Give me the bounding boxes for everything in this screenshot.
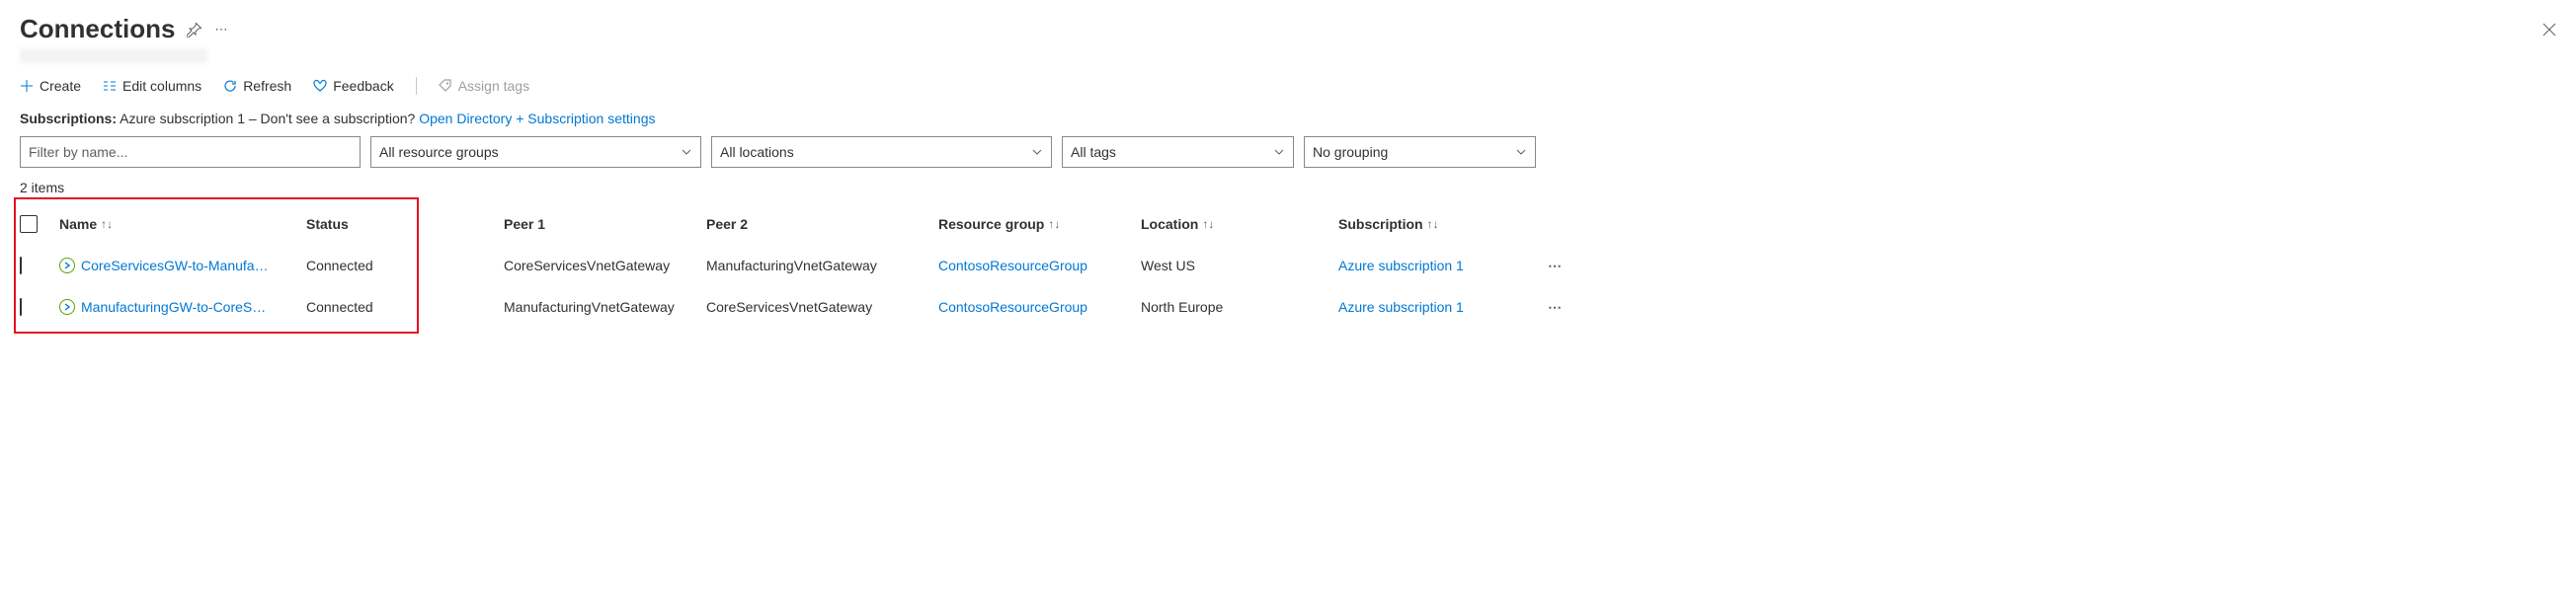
connection-icon [59, 299, 75, 315]
assign-tags-label: Assign tags [458, 78, 529, 94]
chevron-down-icon [1031, 146, 1043, 158]
col-name[interactable]: Name ↑↓ [59, 216, 306, 232]
refresh-button[interactable]: Refresh [223, 78, 291, 94]
edit-columns-label: Edit columns [122, 78, 201, 94]
status-cell: Connected [306, 299, 504, 315]
create-button[interactable]: Create [20, 78, 81, 94]
tag-icon [439, 79, 452, 93]
connection-icon [59, 258, 75, 273]
filter-row: All resource groups All locations All ta… [20, 136, 2556, 168]
status-cell: Connected [306, 258, 504, 273]
row-checkbox[interactable] [20, 298, 22, 316]
assign-tags-button: Assign tags [439, 78, 529, 94]
feedback-label: Feedback [333, 78, 393, 94]
pin-icon[interactable] [187, 22, 202, 38]
col-status[interactable]: Status [306, 216, 504, 232]
tags-value: All tags [1071, 144, 1116, 160]
col-peer1[interactable]: Peer 1 [504, 216, 706, 232]
refresh-icon [223, 79, 237, 93]
refresh-label: Refresh [243, 78, 291, 94]
peer2-cell: ManufacturingVnetGateway [706, 258, 938, 273]
sort-icon: ↑↓ [1048, 217, 1060, 231]
peer2-cell: CoreServicesVnetGateway [706, 299, 938, 315]
resource-group-link[interactable]: ContosoResourceGroup [938, 258, 1087, 273]
subscription-link[interactable]: Azure subscription 1 [1338, 258, 1464, 273]
heart-icon [313, 79, 327, 93]
connection-name-link[interactable]: CoreServicesGW-to-Manufa… [81, 258, 269, 273]
col-subscription[interactable]: Subscription ↑↓ [1338, 216, 1536, 232]
peer1-cell: ManufacturingVnetGateway [504, 299, 706, 315]
locations-dropdown[interactable]: All locations [711, 136, 1052, 168]
more-icon[interactable]: ⋯ [214, 22, 227, 38]
row-more-icon[interactable]: ⋯ [1536, 299, 1575, 316]
col-resource-group[interactable]: Resource group ↑↓ [938, 216, 1141, 232]
create-label: Create [40, 78, 81, 94]
columns-icon [103, 79, 117, 93]
resource-group-link[interactable]: ContosoResourceGroup [938, 299, 1087, 315]
grouping-dropdown[interactable]: No grouping [1304, 136, 1536, 168]
close-icon[interactable] [2542, 23, 2556, 37]
filter-name-input[interactable] [20, 136, 361, 168]
sort-icon: ↑↓ [101, 217, 113, 231]
connections-table: Name ↑↓ Status Peer 1 Peer 2 Resource gr… [20, 203, 2556, 328]
location-cell: North Europe [1141, 299, 1338, 315]
chevron-down-icon [1273, 146, 1285, 158]
col-peer2[interactable]: Peer 2 [706, 216, 938, 232]
table-row: CoreServicesGW-to-Manufa… Connected Core… [20, 245, 2556, 286]
chevron-down-icon [1515, 146, 1527, 158]
subscriptions-line: Subscriptions: Azure subscription 1 – Do… [20, 111, 2556, 126]
sort-icon: ↑↓ [1427, 217, 1439, 231]
subscriptions-text: Azure subscription 1 – Don't see a subsc… [120, 111, 415, 126]
select-all-checkbox[interactable] [20, 215, 38, 233]
tags-dropdown[interactable]: All tags [1062, 136, 1294, 168]
grouping-value: No grouping [1313, 144, 1388, 160]
plus-icon [20, 79, 34, 93]
locations-value: All locations [720, 144, 794, 160]
open-directory-link[interactable]: Open Directory + Subscription settings [419, 111, 655, 126]
subtitle-placeholder [20, 48, 207, 63]
subscriptions-label: Subscriptions: [20, 111, 117, 126]
row-more-icon[interactable]: ⋯ [1536, 258, 1575, 274]
item-count: 2 items [20, 180, 2556, 195]
col-location[interactable]: Location ↑↓ [1141, 216, 1338, 232]
table-header: Name ↑↓ Status Peer 1 Peer 2 Resource gr… [20, 203, 2556, 245]
edit-columns-button[interactable]: Edit columns [103, 78, 201, 94]
sort-icon: ↑↓ [1202, 217, 1214, 231]
row-checkbox[interactable] [20, 257, 22, 274]
resource-groups-value: All resource groups [379, 144, 499, 160]
location-cell: West US [1141, 258, 1338, 273]
feedback-button[interactable]: Feedback [313, 78, 393, 94]
command-bar: Create Edit columns Refresh Feedback Ass… [20, 77, 2556, 95]
toolbar-divider [416, 77, 417, 95]
resource-groups-dropdown[interactable]: All resource groups [370, 136, 701, 168]
peer1-cell: CoreServicesVnetGateway [504, 258, 706, 273]
chevron-down-icon [681, 146, 692, 158]
connection-name-link[interactable]: ManufacturingGW-to-CoreS… [81, 299, 266, 315]
page-title: Connections [20, 14, 175, 44]
table-row: ManufacturingGW-to-CoreS… Connected Manu… [20, 286, 2556, 328]
subscription-link[interactable]: Azure subscription 1 [1338, 299, 1464, 315]
